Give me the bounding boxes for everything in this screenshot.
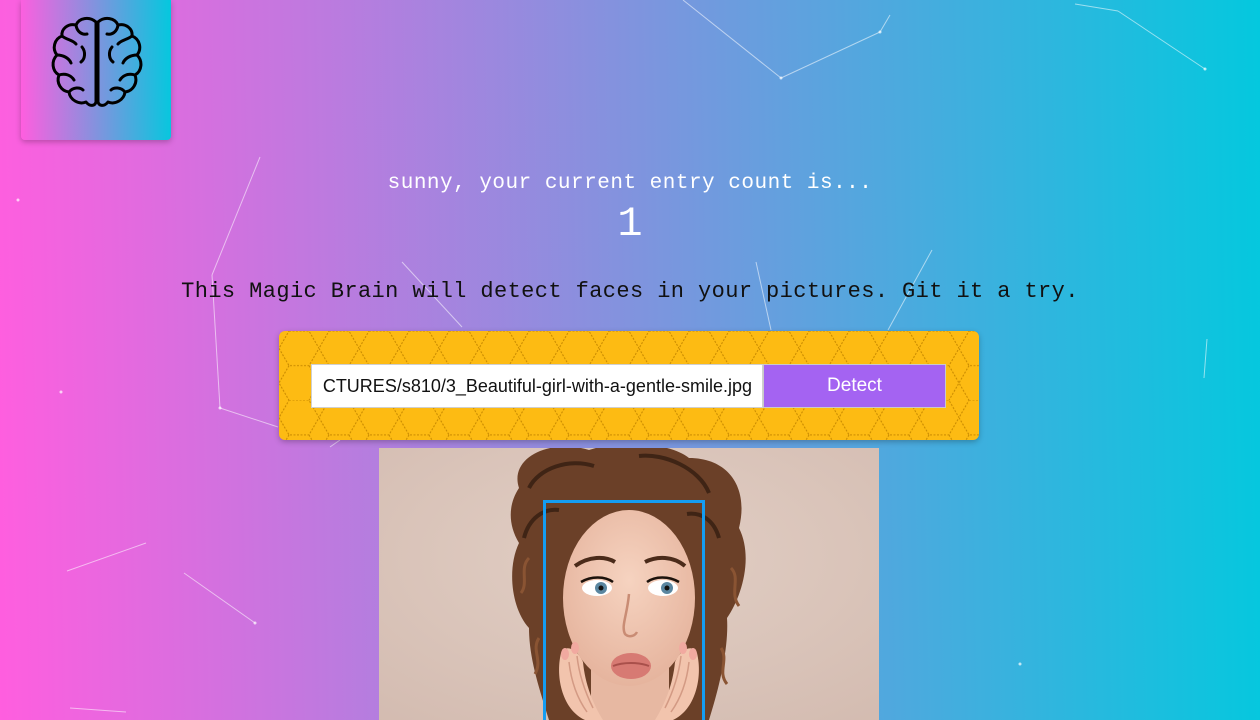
image-url-input[interactable] [311,364,763,408]
detect-button[interactable]: Detect [763,364,946,408]
entry-count-message: sunny, your current entry count is... [387,172,873,195]
result-image [379,448,879,720]
image-link-form: Detect [279,331,979,440]
brain-icon [51,16,143,107]
logo-tile [21,0,171,140]
entry-count-value: 1 [617,200,643,248]
tagline: This Magic Brain will detect faces in yo… [181,279,1079,304]
face-bounding-box [543,500,705,720]
